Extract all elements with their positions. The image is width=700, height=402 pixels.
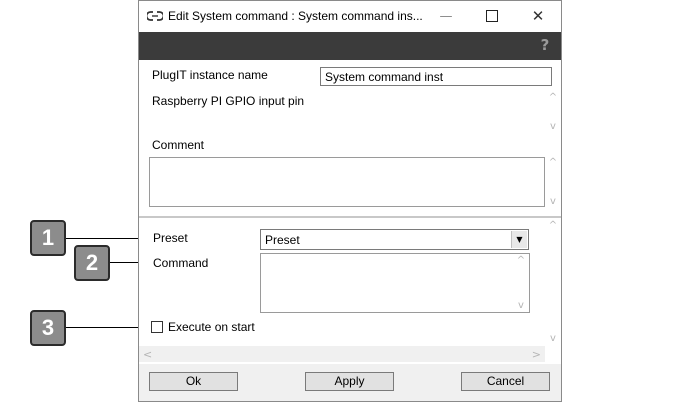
scroll-up-icon[interactable]: ^ [517, 255, 525, 266]
command-scrollbar[interactable]: ^ v [513, 255, 529, 311]
command-label: Command [153, 256, 209, 270]
properties-panel: PlugIT instance name Raspberry PI GPIO i… [139, 60, 561, 216]
panel-horizontal-scrollbar[interactable]: < > [139, 346, 545, 362]
scroll-down-icon[interactable]: v [518, 300, 524, 311]
command-settings-panel: Preset Preset ▼ Command ^ v Execute on s… [139, 218, 561, 364]
panel-vertical-scrollbar[interactable]: ^ v [545, 220, 561, 344]
link-icon [147, 11, 163, 21]
dropdown-arrow-icon[interactable]: ▼ [511, 231, 527, 248]
scroll-down-icon[interactable]: v [550, 333, 556, 344]
scroll-left-icon[interactable]: < [143, 348, 152, 361]
window-title: Edit System command : System command ins… [168, 9, 423, 23]
execute-on-start-label[interactable]: Execute on start [168, 320, 255, 334]
edit-system-command-dialog: Edit System command : System command ins… [138, 0, 562, 402]
ok-button[interactable]: Ok [149, 372, 238, 391]
apply-button[interactable]: Apply [305, 372, 394, 391]
callout-3: 3 [30, 310, 66, 346]
preset-select[interactable]: Preset ▼ [260, 229, 529, 250]
scroll-up-icon[interactable]: ^ [549, 220, 557, 231]
instance-name-label: PlugIT instance name [152, 68, 268, 82]
comment-textarea[interactable] [149, 157, 545, 207]
close-icon[interactable]: ✕ [515, 1, 561, 31]
scroll-down-icon[interactable]: v [550, 121, 556, 132]
callout-2: 2 [74, 245, 110, 281]
callout-1: 1 [30, 220, 66, 256]
toolbar: ? [139, 32, 561, 60]
maximize-icon[interactable] [469, 1, 515, 31]
gpio-pin-label: Raspberry PI GPIO input pin [152, 94, 305, 108]
minimize-icon[interactable]: — [423, 1, 469, 31]
scroll-up-icon[interactable]: ^ [549, 157, 557, 168]
cancel-button[interactable]: Cancel [461, 372, 550, 391]
comment-scrollbar[interactable]: ^ v [545, 157, 561, 207]
title-bar[interactable]: Edit System command : System command ins… [139, 1, 561, 32]
question-mark-icon[interactable]: ? [536, 36, 554, 54]
comment-label: Comment [152, 138, 205, 152]
gpio-scrollbar[interactable]: ^ v [545, 92, 561, 132]
instance-name-input[interactable] [320, 67, 552, 86]
scroll-right-icon[interactable]: > [532, 348, 541, 361]
preset-selected-value: Preset [265, 233, 300, 247]
scroll-up-icon[interactable]: ^ [549, 92, 557, 103]
execute-on-start-checkbox[interactable] [151, 321, 163, 333]
scroll-down-icon[interactable]: v [550, 196, 556, 207]
command-textarea[interactable] [260, 253, 530, 313]
preset-label: Preset [153, 231, 188, 245]
